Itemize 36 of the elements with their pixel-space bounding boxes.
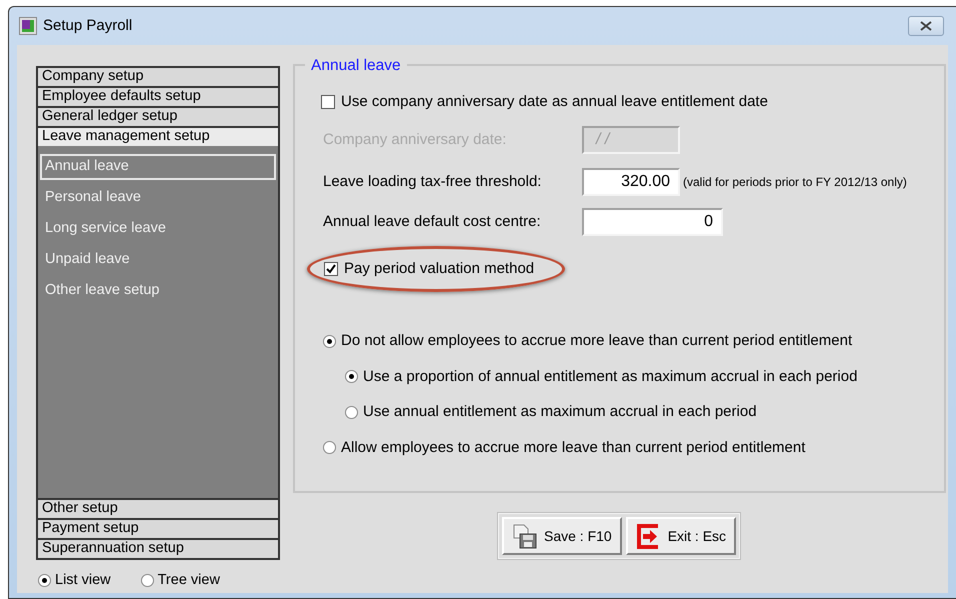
checkbox-label: Pay period valuation method <box>344 258 534 279</box>
checkbox[interactable] <box>324 262 338 276</box>
option-label: Allow employees to accrue more leave than current period entitlement <box>341 438 806 458</box>
exit-button[interactable]: Exit : Esc <box>626 517 736 555</box>
input-field[interactable]: 0 <box>582 208 723 236</box>
checkbox[interactable] <box>321 95 335 109</box>
section-header[interactable]: General ledger setup <box>36 106 280 128</box>
radio-button[interactable] <box>323 441 336 454</box>
option-label: Tree view <box>158 571 220 590</box>
option-label: Do not allow employees to accrue more leave than current period entitlement <box>341 331 852 351</box>
radio-button[interactable] <box>140 574 154 588</box>
section-header[interactable]: Leave management setup <box>36 126 280 148</box>
section-header[interactable]: Superannuation setup <box>36 538 280 560</box>
save-button[interactable]: Save : F10 <box>502 517 622 555</box>
section-header[interactable]: Other setup <box>36 498 280 520</box>
option-label: Use a proportion of annual entitlement as maximum accrual in each period <box>363 366 858 386</box>
input-field[interactable]: 320.00 <box>582 168 680 196</box>
field-label: Leave loading tax-free threshold: <box>323 172 542 192</box>
exit-icon <box>636 524 661 548</box>
section-header[interactable]: Payment setup <box>36 518 280 540</box>
save-icon <box>512 524 537 548</box>
radio-button[interactable] <box>323 334 336 348</box>
field-label: Annual leave default cost centre: <box>323 212 542 232</box>
note-text: (valid for periods prior to FY 2012/13 only) <box>683 174 907 191</box>
option-label: Use annual entitlement as maximum accrual in each period <box>363 402 757 422</box>
close-icon <box>920 21 932 31</box>
radio-button[interactable] <box>345 370 358 384</box>
option-label: List view <box>55 571 111 590</box>
window-title: Setup Payroll <box>43 16 132 36</box>
radio-button[interactable] <box>38 574 51 588</box>
app-icon <box>19 17 37 35</box>
section-header[interactable]: Company setup <box>36 66 280 88</box>
close-button[interactable] <box>908 16 944 36</box>
checkbox-label: Use company anniversary date as annual leave entitlement date <box>341 92 768 112</box>
section-header[interactable]: Employee defaults setup <box>36 86 280 108</box>
radio-button[interactable] <box>345 406 358 419</box>
